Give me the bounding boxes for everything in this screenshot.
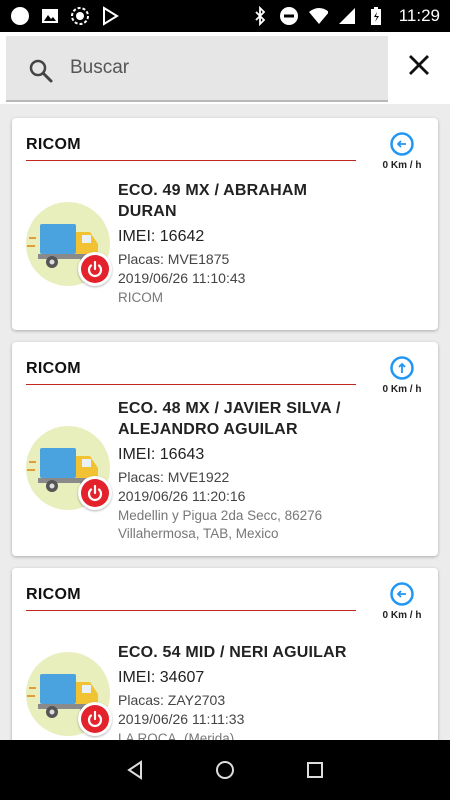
engine-status-badge: [78, 252, 112, 286]
back-button[interactable]: [123, 758, 147, 782]
vehicle-datetime: 2019/06/26 11:10:43: [118, 270, 246, 286]
play-store-icon: [100, 6, 120, 26]
vehicle-name: ECO. 48 MX / JAVIER SILVA / ALEJANDRO AG…: [118, 400, 341, 438]
bluetooth-icon: [250, 6, 270, 26]
search-input[interactable]: [70, 36, 370, 100]
speed-value: 0 Km / h: [382, 160, 422, 171]
power-icon: [81, 255, 109, 283]
engine-status-badge: [78, 702, 112, 736]
search-box: [6, 36, 388, 102]
vehicle-location: RICOM: [118, 290, 163, 305]
vehicle-plate: Placas: MVE1875: [118, 251, 230, 267]
vehicle-card[interactable]: RICOM 0 Km / h: [12, 342, 438, 556]
vehicle-imei: IMEI: 16642: [118, 228, 205, 245]
divider: [26, 610, 356, 611]
divider: [26, 384, 356, 385]
divider: [26, 160, 356, 161]
battery-icon: [366, 6, 386, 26]
sync-icon: [70, 6, 90, 26]
search-icon: [28, 58, 54, 84]
card-group-title: RICOM: [26, 360, 81, 377]
close-button[interactable]: [400, 48, 438, 86]
vehicle-name: ECO. 49 MX / ABRAHAM DURAN: [118, 182, 308, 220]
vehicle-info: ECO. 49 MX / ABRAHAM DURAN IMEI: 16642 P…: [118, 180, 368, 307]
vehicle-info: ECO. 48 MX / JAVIER SILVA / ALEJANDRO AG…: [118, 398, 368, 543]
vehicle-datetime: 2019/06/26 11:11:33: [118, 711, 245, 727]
engine-status-badge: [78, 476, 112, 510]
home-circle-icon: [216, 761, 234, 779]
home-button[interactable]: [213, 758, 237, 782]
notification-dot-icon: [10, 6, 30, 26]
vehicle-avatar: [26, 426, 112, 510]
wifi-icon: [308, 6, 328, 26]
vehicle-location: LA ROCA, (Merida): [118, 731, 235, 740]
vehicle-location: Medellin y Pigua 2da Secc, 86276 Villahe…: [118, 508, 323, 541]
vehicle-avatar: [26, 652, 112, 736]
vehicle-plate: Placas: ZAY2703: [118, 692, 226, 708]
back-triangle-icon: [127, 760, 142, 780]
vehicle-list: RICOM 0 Km / h ECO. 49 MX / ABRAHAM DURA…: [0, 104, 450, 740]
card-group-title: RICOM: [26, 586, 81, 603]
speed-indicator: 0 Km / h: [374, 356, 430, 395]
card-group-title: RICOM: [26, 136, 81, 153]
recents-square-icon: [307, 762, 323, 778]
arrow-up-icon: [390, 356, 414, 380]
vehicle-datetime: 2019/06/26 11:20:16: [118, 488, 246, 504]
search-bar: [0, 32, 450, 104]
vehicle-imei: IMEI: 16643: [118, 446, 205, 463]
power-icon: [81, 705, 109, 733]
speed-value: 0 Km / h: [382, 384, 422, 395]
vehicle-card[interactable]: RICOM 0 Km / h: [12, 568, 438, 740]
vehicle-info: ECO. 54 MID / NERI AGUILAR IMEI: 34607 P…: [118, 642, 368, 740]
speed-indicator: 0 Km / h: [374, 582, 430, 621]
signal-icon: [337, 6, 357, 26]
recents-button[interactable]: [303, 758, 327, 782]
power-icon: [81, 479, 109, 507]
arrow-left-icon: [390, 132, 414, 156]
status-bar: 11:29: [0, 0, 450, 32]
speed-indicator: 0 Km / h: [374, 132, 430, 171]
vehicle-name: ECO. 54 MID / NERI AGUILAR: [118, 644, 347, 661]
speed-value: 0 Km / h: [382, 610, 422, 621]
close-icon: [407, 53, 431, 82]
vehicle-plate: Placas: MVE1922: [118, 469, 230, 485]
vehicle-card[interactable]: RICOM 0 Km / h: [12, 118, 438, 330]
clock: 11:29: [398, 6, 440, 25]
navigation-bar: [0, 740, 450, 800]
vehicle-avatar: [26, 202, 112, 286]
arrow-left-icon: [390, 582, 414, 606]
image-icon: [40, 6, 60, 26]
vehicle-imei: IMEI: 34607: [118, 669, 205, 686]
do-not-disturb-icon: [279, 6, 299, 26]
